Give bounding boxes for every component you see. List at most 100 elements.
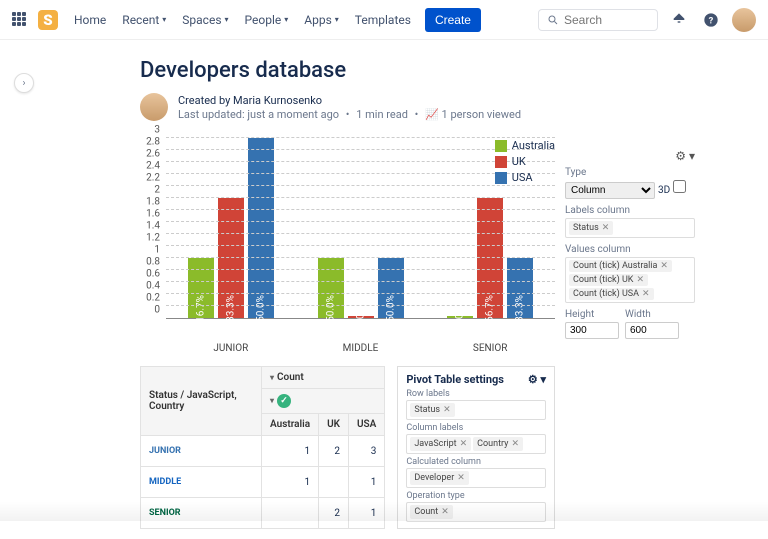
remove-tag-icon[interactable]: ✕ xyxy=(441,507,449,517)
op-type-label: Operation type xyxy=(406,491,546,501)
gear-icon[interactable]: ⚙ xyxy=(675,149,686,163)
table-col-header[interactable]: UK xyxy=(319,414,349,436)
bar-label: 0.0% xyxy=(455,298,466,319)
search-box[interactable] xyxy=(538,9,658,31)
calc-column-label: Calculated column xyxy=(406,457,546,467)
page-byline: Created by Maria Kurnosenko Last updated… xyxy=(140,93,758,121)
tag[interactable]: Count (tick) Australia ✕ xyxy=(569,260,672,272)
chevron-down-icon: ▾ xyxy=(284,15,288,24)
threeD-checkbox[interactable] xyxy=(673,180,686,193)
created-by-label: Created by xyxy=(178,94,230,107)
chart-panel: 00.20.40.60.811.21.41.61.822.22.42.62.83… xyxy=(140,139,555,529)
remove-tag-icon[interactable]: ✕ xyxy=(642,289,650,299)
top-nav: S Home Recent▾ Spaces▾ People▾ Apps▾ Tem… xyxy=(0,0,768,40)
legend-label: Australia xyxy=(512,139,555,152)
nav-spaces[interactable]: Spaces▾ xyxy=(176,9,234,31)
bar-senior-usa[interactable]: 33.3% xyxy=(507,258,533,318)
chart-legend: Australia UK USA xyxy=(495,139,555,187)
search-input[interactable] xyxy=(564,13,644,27)
table-col-header[interactable]: USA xyxy=(348,414,384,436)
table-header-count[interactable]: ▾Count xyxy=(262,367,385,389)
bar-label: 50.0% xyxy=(255,295,266,322)
height-input[interactable] xyxy=(565,322,619,339)
check-icon: ✓ xyxy=(277,394,291,408)
bar-junior-australia[interactable]: 16.7% xyxy=(188,258,214,318)
bar-label: 50.0% xyxy=(385,295,396,322)
values-column-well[interactable]: Count (tick) Australia ✕ Count (tick) UK … xyxy=(565,257,695,303)
bar-middle-usa[interactable]: 50.0% xyxy=(378,258,404,318)
x-label: SENIOR xyxy=(425,339,555,354)
tag[interactable]: Status ✕ xyxy=(410,403,454,417)
nav-templates[interactable]: Templates xyxy=(349,9,417,31)
table-col-header[interactable]: Australia xyxy=(262,414,319,436)
remove-tag-icon[interactable]: ✕ xyxy=(457,473,465,483)
tag[interactable]: Count (tick) UK ✕ xyxy=(569,274,648,286)
width-input[interactable] xyxy=(625,322,679,339)
bar-middle-uk[interactable]: 0.0% xyxy=(348,316,374,318)
width-label: Width xyxy=(625,309,679,320)
tag[interactable]: Status ✕ xyxy=(569,221,613,235)
nav-recent[interactable]: Recent▾ xyxy=(116,9,172,31)
author-avatar[interactable] xyxy=(140,93,168,121)
remove-tag-icon[interactable]: ✕ xyxy=(460,439,468,449)
bar-senior-australia[interactable]: 0.0% xyxy=(447,316,473,318)
nav-people[interactable]: People▾ xyxy=(239,9,295,31)
legend-label: UK xyxy=(512,155,526,168)
table-row: MIDDLE11 xyxy=(141,467,385,498)
legend-item[interactable]: UK xyxy=(495,155,555,168)
create-button[interactable]: Create xyxy=(425,8,481,32)
legend-item[interactable]: USA xyxy=(495,171,555,184)
nav-home[interactable]: Home xyxy=(68,9,112,31)
table-cell: 1 xyxy=(262,436,319,467)
tag[interactable]: Count ✕ xyxy=(410,505,452,519)
author-name[interactable]: Maria Kurnosenko xyxy=(233,94,322,107)
user-avatar[interactable] xyxy=(732,8,756,32)
help-icon[interactable]: ? xyxy=(700,9,722,31)
gear-icon[interactable]: ⚙ ▾ xyxy=(528,373,546,386)
legend-swatch xyxy=(495,172,507,184)
svg-text:?: ? xyxy=(709,15,714,26)
x-label: JUNIOR xyxy=(166,339,296,354)
remove-tag-icon[interactable]: ✕ xyxy=(443,405,451,415)
table-cell: 2 xyxy=(319,436,349,467)
labels-column-well[interactable]: Status ✕ xyxy=(565,218,695,238)
table-header-tick[interactable]: ▾✓ xyxy=(262,389,385,414)
column-labels-well[interactable]: JavaScript ✕Country ✕ xyxy=(406,434,546,454)
remove-tag-icon[interactable]: ✕ xyxy=(511,439,519,449)
bar-junior-uk[interactable]: 33.3% xyxy=(218,198,244,318)
search-icon xyxy=(547,14,559,26)
chevron-down-icon: ▾ xyxy=(225,15,229,24)
tag[interactable]: Count (tick) USA ✕ xyxy=(569,288,654,300)
app-switcher-icon[interactable] xyxy=(12,12,28,28)
sidebar-collapse-button[interactable]: › xyxy=(14,73,34,93)
table-cell: 1 xyxy=(262,467,319,498)
remove-tag-icon[interactable]: ✕ xyxy=(660,261,668,271)
chart-type-select[interactable]: Column xyxy=(565,182,655,199)
page-content: Developers database Created by Maria Kur… xyxy=(0,40,768,539)
read-time: 1 min read xyxy=(356,108,408,121)
labels-column-label: Labels column xyxy=(565,205,695,216)
remove-tag-icon[interactable]: ✕ xyxy=(636,275,644,285)
app-logo[interactable]: S xyxy=(38,10,58,30)
op-type-well[interactable]: Count ✕ xyxy=(406,502,546,522)
bar-middle-australia[interactable]: 50.0% xyxy=(318,258,344,318)
legend-swatch xyxy=(495,140,507,152)
bar-senior-uk[interactable]: 66.7% xyxy=(477,198,503,318)
bar-label: 0.0% xyxy=(355,298,366,319)
nav-apps[interactable]: Apps▾ xyxy=(298,9,345,31)
remove-tag-icon[interactable]: ✕ xyxy=(602,223,610,233)
table-cell: 2 xyxy=(319,498,349,529)
table-cell xyxy=(319,467,349,498)
bar-junior-usa[interactable]: 50.0% xyxy=(248,138,274,318)
legend-swatch xyxy=(495,156,507,168)
legend-label: USA xyxy=(512,171,533,184)
tag[interactable]: Country ✕ xyxy=(473,437,523,451)
tag[interactable]: Developer ✕ xyxy=(410,471,468,485)
notifications-icon[interactable] xyxy=(668,9,690,31)
chevron-down-icon[interactable]: ▾ xyxy=(689,149,695,163)
legend-item[interactable]: Australia xyxy=(495,139,555,152)
tag[interactable]: JavaScript ✕ xyxy=(410,437,471,451)
chevron-down-icon: ▾ xyxy=(162,15,166,24)
row-labels-well[interactable]: Status ✕ xyxy=(406,400,546,420)
calc-column-well[interactable]: Developer ✕ xyxy=(406,468,546,488)
